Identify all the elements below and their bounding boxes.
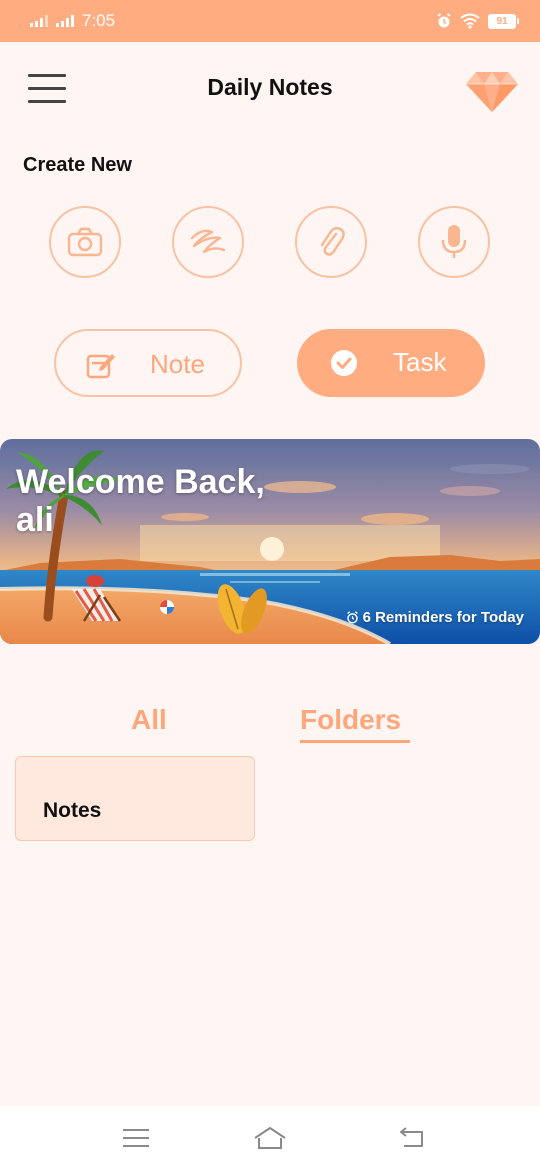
tab-folders[interactable]: Folders [300, 704, 401, 736]
new-task-button[interactable]: Task [297, 329, 485, 397]
camera-icon [67, 227, 103, 257]
menu-icon [123, 1129, 149, 1147]
note-icon [86, 350, 116, 380]
signal-icon [56, 15, 74, 27]
system-nav-bar [0, 1106, 540, 1170]
attach-button[interactable] [295, 206, 367, 278]
check-circle-icon [329, 348, 359, 378]
create-new-title: Create New [23, 154, 132, 176]
paperclip-icon [320, 226, 345, 256]
status-bar: 7:05 91 [0, 0, 540, 42]
microphone-icon [441, 225, 467, 258]
tab-all[interactable]: All [131, 704, 167, 736]
user-name: ali [16, 501, 54, 539]
status-left: 7:05 [30, 11, 115, 31]
diamond-icon [466, 72, 518, 112]
greeting: Welcome Back, [16, 463, 265, 501]
scribble-button[interactable] [172, 206, 244, 278]
status-time: 7:05 [82, 11, 116, 30]
reminders-text: 6 Reminders for Today [362, 609, 524, 626]
folder-card[interactable]: Notes [15, 756, 255, 841]
app-bar: Daily Notes [0, 62, 540, 118]
back-icon [400, 1127, 423, 1147]
signal-icon [30, 15, 48, 27]
welcome-banner: Welcome Back, ali 6 Reminders for Today [0, 439, 540, 644]
premium-button[interactable] [464, 66, 520, 114]
welcome-text: Welcome Back, ali [16, 463, 265, 539]
camera-button[interactable] [49, 206, 121, 278]
home-button[interactable] [252, 1124, 288, 1152]
alarm-clock-icon [346, 611, 358, 624]
alarm-icon [437, 13, 451, 28]
status-right: 91 [436, 13, 519, 29]
recent-apps-button[interactable] [118, 1124, 154, 1152]
folder-name: Notes [43, 799, 102, 822]
back-button[interactable] [394, 1124, 430, 1152]
app-title: Daily Notes [207, 74, 333, 100]
battery-icon: 91 [488, 13, 519, 29]
new-note-button[interactable]: Note [54, 329, 242, 397]
scribble-icon [190, 229, 226, 254]
wifi-icon [460, 13, 480, 29]
note-label: Note [150, 349, 205, 379]
reminders-link[interactable]: 6 Reminders for Today [346, 609, 524, 626]
task-label: Task [393, 347, 447, 377]
home-icon [254, 1127, 286, 1149]
tab-indicator [300, 740, 410, 743]
voice-button[interactable] [418, 206, 490, 278]
